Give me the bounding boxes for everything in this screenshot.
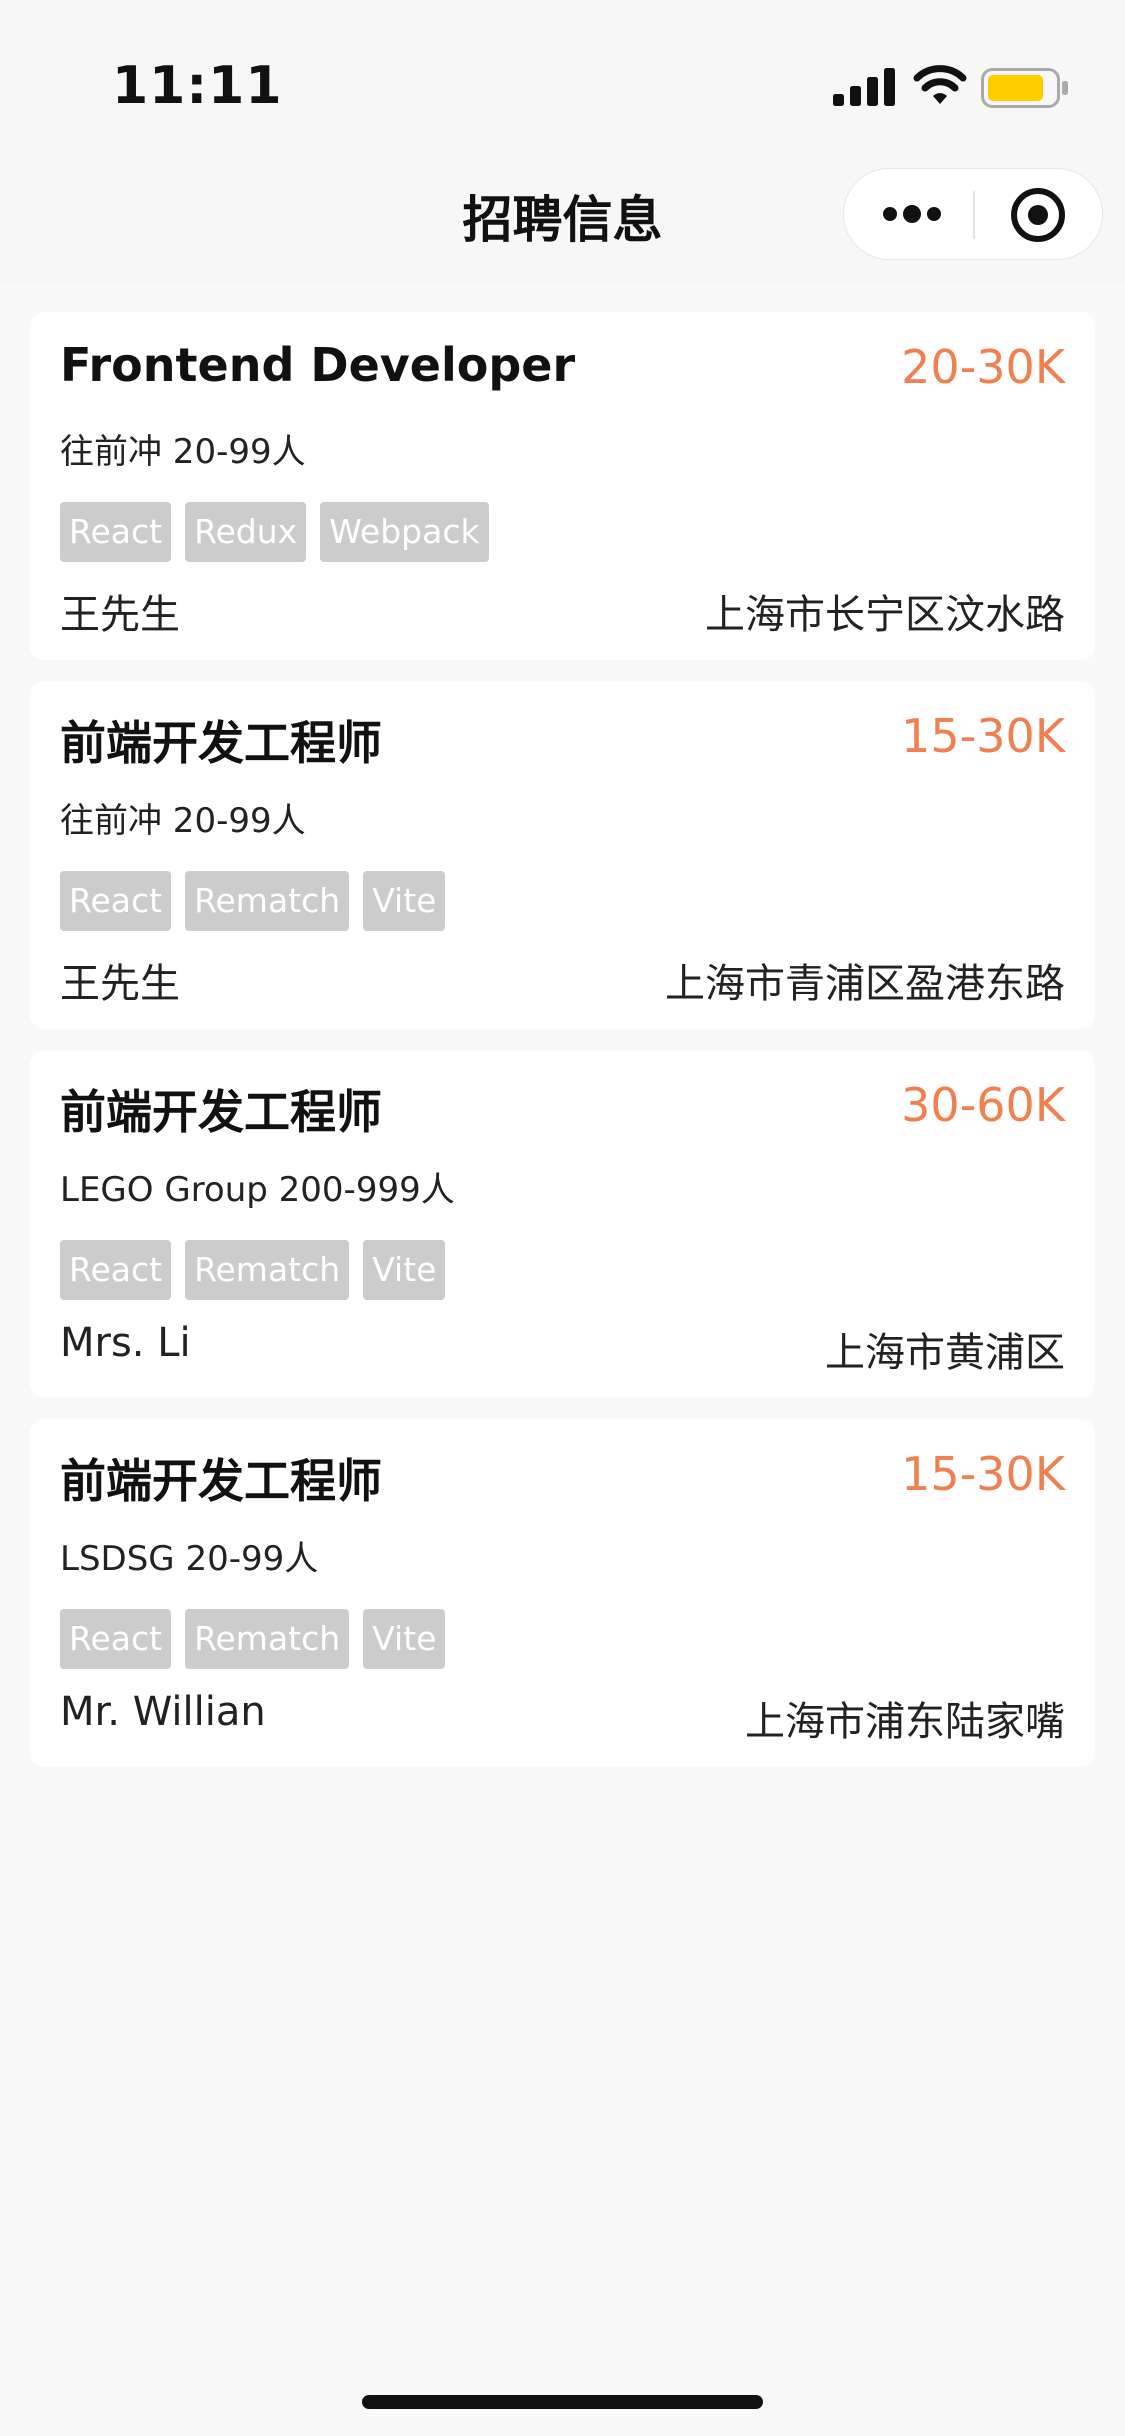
job-company: 往前冲 20-99人 [60,432,306,472]
job-card[interactable]: 前端开发工程师 15-30K LSDSG 20-99人 React Rematc… [30,1419,1095,1767]
home-indicator[interactable] [362,2395,763,2409]
job-tag: React [60,871,172,931]
job-tag: Vite [363,1609,446,1669]
job-title: 前端开发工程师 [60,1085,382,1139]
more-icon[interactable] [882,201,942,231]
capsule-divider [973,191,975,239]
job-list: Frontend Developer 20-30K 往前冲 20-99人 Rea… [30,312,1095,1788]
status-icons [833,64,1073,114]
job-contact: 王先生 [60,961,180,1007]
target-icon[interactable] [1010,187,1066,247]
job-tag: Vite [363,1240,446,1300]
job-tag: Rematch [185,1609,350,1669]
job-address: 上海市黄浦区 [825,1330,1065,1376]
job-tag: React [60,502,172,562]
job-company: 往前冲 20-99人 [60,801,306,841]
mini-program-capsule [843,168,1103,260]
job-title: Frontend Developer [60,338,576,392]
job-tag: Redux [185,502,307,562]
job-title: 前端开发工程师 [60,1454,382,1508]
job-tag: Rematch [185,1240,350,1300]
job-salary: 20-30K [901,340,1065,394]
job-tag: Vite [363,871,446,931]
job-card[interactable]: 前端开发工程师 30-60K LEGO Group 200-999人 React… [30,1050,1095,1398]
wifi-icon [913,64,967,110]
job-card[interactable]: Frontend Developer 20-30K 往前冲 20-99人 Rea… [30,312,1095,660]
job-salary: 15-30K [901,1447,1065,1501]
battery-icon [981,68,1069,112]
job-tags: React Rematch Vite [60,1609,446,1669]
job-card[interactable]: 前端开发工程师 15-30K 往前冲 20-99人 React Rematch … [30,681,1095,1029]
job-salary: 30-60K [901,1078,1065,1132]
signal-icon [833,68,895,110]
job-contact: Mr. Willian [60,1689,266,1735]
job-tags: React Rematch Vite [60,1240,446,1300]
status-time: 11:11 [112,56,283,116]
job-title: 前端开发工程师 [60,716,382,770]
job-address: 上海市长宁区汶水路 [705,592,1065,638]
job-salary: 15-30K [901,709,1065,763]
job-tags: React Redux Webpack [60,502,489,562]
job-tags: React Rematch Vite [60,871,446,931]
job-tag: Webpack [320,502,489,562]
job-contact: Mrs. Li [60,1320,191,1366]
job-company: LEGO Group 200-999人 [60,1170,455,1210]
job-address: 上海市青浦区盈港东路 [665,961,1065,1007]
job-tag: React [60,1609,172,1669]
job-tag: React [60,1240,172,1300]
job-company: LSDSG 20-99人 [60,1539,319,1579]
status-bar: 11:11 [0,0,1125,150]
job-address: 上海市浦东陆家嘴 [745,1699,1065,1745]
job-tag: Rematch [185,871,350,931]
nav-bar: 招聘信息 [0,150,1125,282]
job-contact: 王先生 [60,592,180,638]
